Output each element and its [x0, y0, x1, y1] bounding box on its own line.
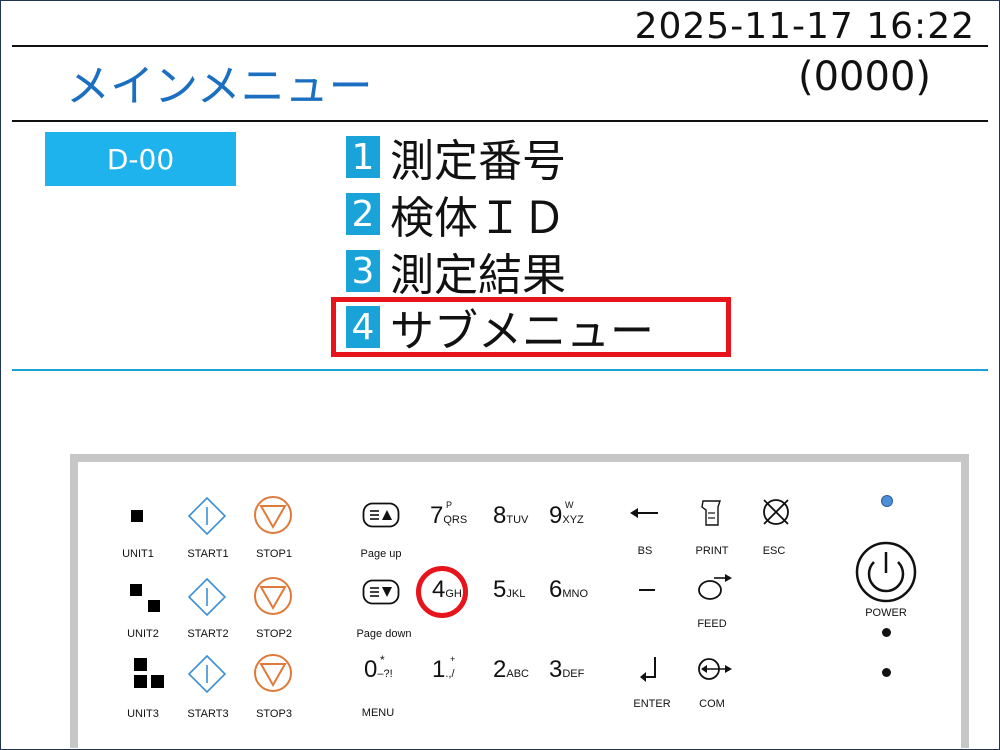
menu-item-1[interactable]: 1 測定番号 — [346, 132, 566, 187]
menu-number-1: 1 — [346, 136, 380, 178]
datetime: 2025-11-17 16:22 — [634, 6, 975, 47]
key-0-sup: * — [380, 653, 385, 667]
unit1-icon[interactable] — [131, 510, 143, 522]
key-6[interactable]: 6MNO — [549, 576, 588, 604]
unit2-icon-b[interactable] — [148, 600, 160, 612]
indicator-dot-icon — [882, 628, 891, 637]
key-5[interactable]: 5JKL — [493, 576, 525, 604]
enter-icon[interactable] — [638, 655, 660, 683]
stop2-label: STOP2 — [256, 628, 292, 640]
key-6-sub: MNO — [562, 588, 589, 600]
key-7-sub: QRS — [443, 514, 468, 526]
device-id-badge: D-00 — [45, 132, 236, 186]
key-2-digit: 2 — [493, 656, 507, 683]
minus-key-icon[interactable] — [639, 589, 655, 591]
menu-label-1: 測定番号 — [390, 136, 566, 187]
key-2-sub: ABC — [506, 668, 529, 680]
key-8[interactable]: 8TUV — [493, 502, 528, 530]
esc-icon[interactable] — [760, 496, 792, 528]
key-0-sub: –?! — [377, 668, 393, 680]
page-up-label: Page up — [360, 548, 402, 560]
key-7-digit: 7 — [430, 502, 444, 529]
menu-label-3: 測定結果 — [390, 250, 566, 301]
key-3[interactable]: 3DEF — [549, 656, 584, 684]
key-9-digit: 9 — [549, 502, 563, 529]
key-4[interactable]: 4GH — [432, 576, 462, 604]
feed-icon[interactable] — [696, 572, 734, 602]
key-5-digit: 5 — [493, 576, 507, 603]
key-9[interactable]: 9 W XYZ — [549, 500, 584, 530]
key-7[interactable]: 7 P QRS — [430, 500, 468, 530]
com-label: COM — [699, 698, 725, 710]
key-7-sup: P — [446, 500, 453, 510]
unit3-icon-a[interactable] — [134, 658, 147, 671]
key-4-sub: GH — [445, 588, 462, 600]
key-8-digit: 8 — [493, 502, 507, 529]
key-0-digit: 0 — [364, 656, 378, 683]
header-divider — [12, 45, 988, 47]
page-down-icon[interactable] — [362, 579, 400, 605]
menu-item-3[interactable]: 3 測定結果 — [346, 246, 566, 301]
stop1-label: STOP1 — [256, 548, 292, 560]
title-divider — [12, 120, 988, 122]
status-led-icon — [881, 495, 893, 507]
key-9-sup: W — [565, 500, 574, 510]
key-8-sub: TUV — [506, 514, 529, 526]
unit1-label: UNIT1 — [122, 548, 154, 560]
unit3-icon-b[interactable] — [134, 675, 147, 688]
menu-highlight-box — [331, 297, 731, 357]
key-9-sub: XYZ — [562, 514, 584, 526]
key-0[interactable]: 0 * –?! — [364, 653, 393, 684]
key-1[interactable]: 1 + .,/ — [432, 654, 456, 684]
menu-number-3: 3 — [346, 250, 380, 292]
start3-icon[interactable] — [188, 655, 226, 693]
menu-key-label: MENU — [361, 707, 395, 719]
backspace-icon[interactable] — [630, 506, 660, 520]
key-3-digit: 3 — [549, 656, 563, 683]
key-5-sub: JKL — [506, 588, 526, 600]
key-4-digit: 4 — [432, 576, 446, 603]
esc-label: ESC — [762, 545, 786, 557]
status-code: (0000) — [798, 54, 932, 100]
stop3-label: STOP3 — [256, 708, 292, 720]
key-1-sub: .,/ — [445, 668, 455, 680]
menu-label-2: 検体ＩＤ — [390, 193, 566, 244]
page-down-label: Page down — [356, 628, 412, 640]
menu-divider — [12, 369, 988, 371]
unit2-icon-a[interactable] — [130, 584, 142, 596]
power-label: POWER — [865, 607, 907, 619]
indicator-dot-icon — [882, 668, 891, 677]
feed-label: FEED — [697, 618, 727, 630]
key-3-sub: DEF — [562, 668, 585, 680]
print-icon[interactable] — [698, 498, 724, 528]
key-1-digit: 1 — [432, 656, 446, 683]
page-title: メインメニュー — [66, 61, 373, 112]
power-icon[interactable] — [854, 540, 918, 604]
keypad-panel: UNIT1 UNIT2 UNIT3 START1 START2 START3 S… — [70, 454, 969, 748]
unit3-icon-c[interactable] — [151, 675, 164, 688]
start1-icon[interactable] — [188, 497, 226, 535]
start2-icon[interactable] — [188, 578, 226, 616]
stop3-icon[interactable] — [253, 653, 293, 693]
key-2[interactable]: 2ABC — [493, 656, 529, 684]
com-icon[interactable] — [696, 654, 734, 684]
key-6-digit: 6 — [549, 576, 563, 603]
stop2-icon[interactable] — [253, 576, 293, 616]
page-up-icon[interactable] — [362, 502, 400, 528]
menu-number-2: 2 — [346, 193, 380, 235]
menu-item-2[interactable]: 2 検体ＩＤ — [346, 189, 566, 244]
key-1-sup: + — [450, 654, 456, 664]
stop1-icon[interactable] — [253, 495, 293, 535]
